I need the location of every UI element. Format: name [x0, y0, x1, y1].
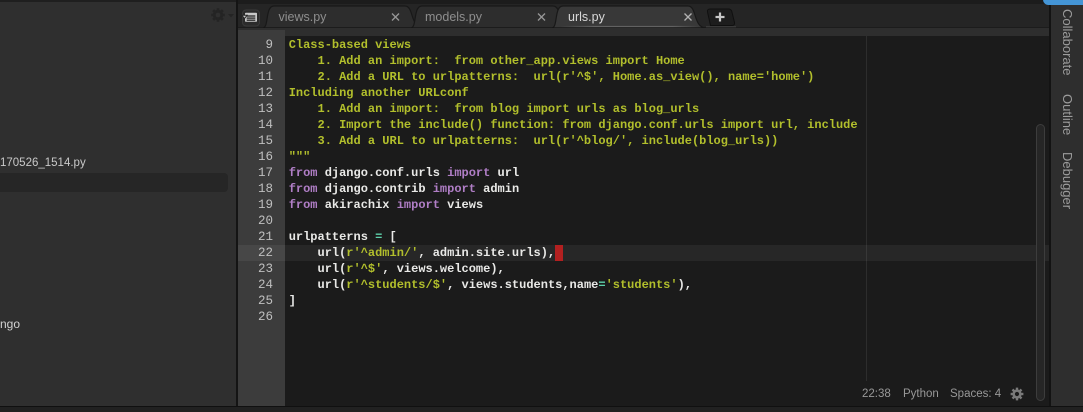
svg-text:urls.py: urls.py [568, 10, 606, 24]
svg-text:models.py: models.py [425, 10, 483, 24]
svg-text:views.py: views.py [279, 10, 328, 24]
